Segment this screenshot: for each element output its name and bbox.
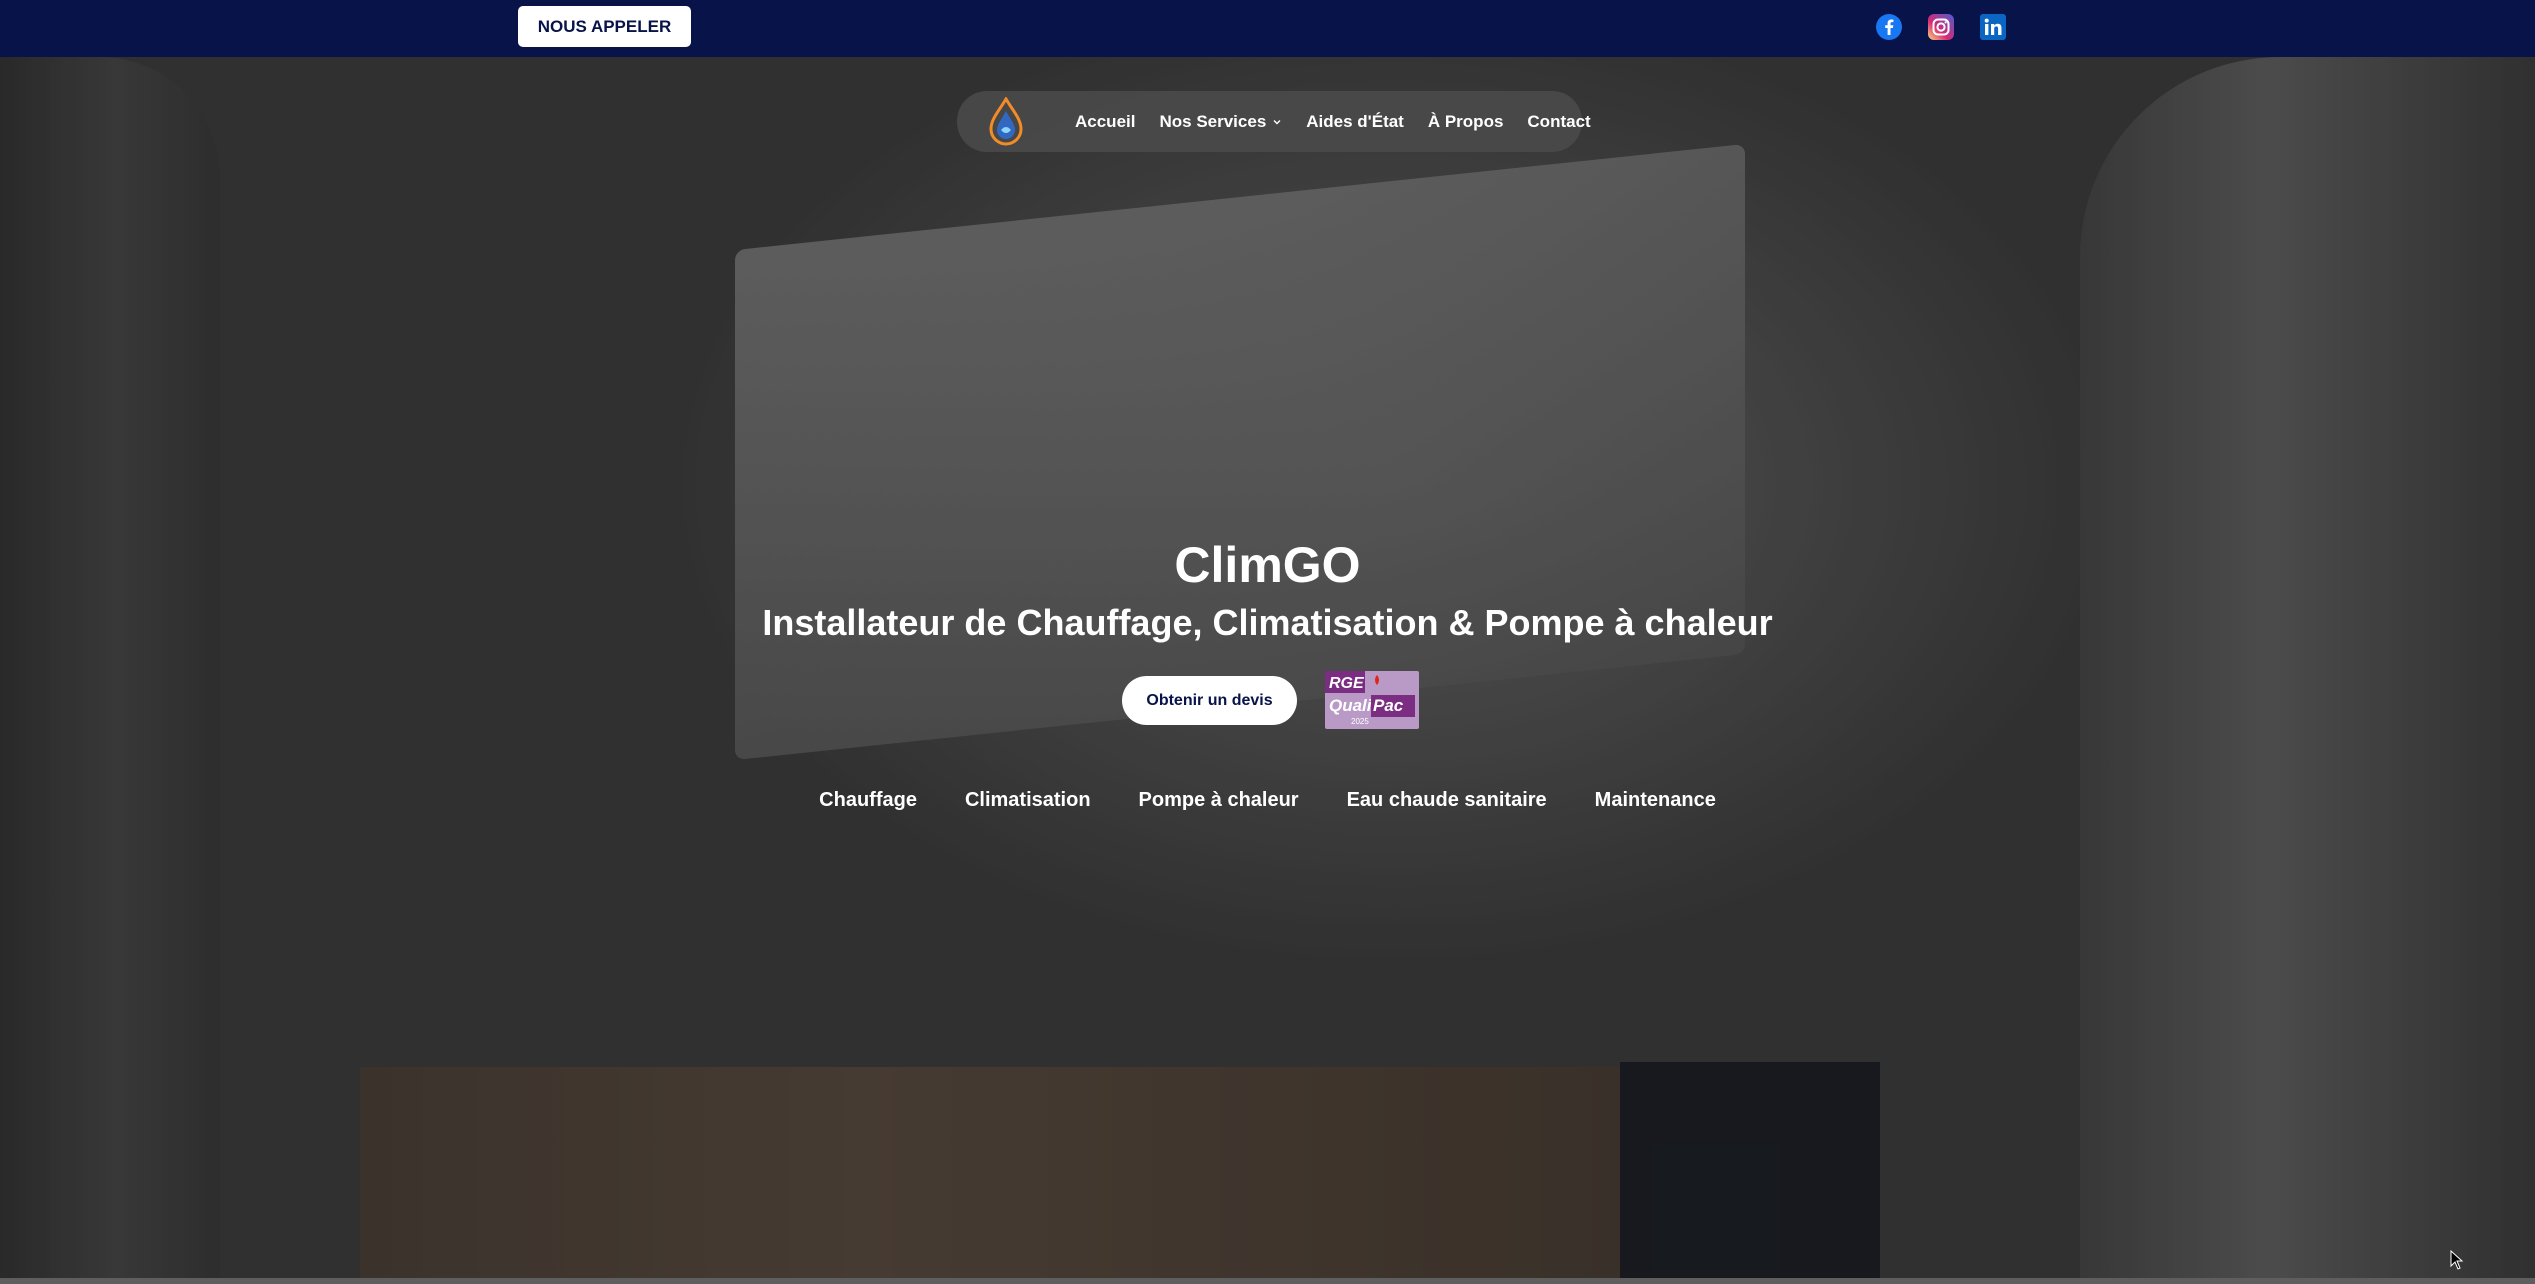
nav-item-label: Accueil [1075, 111, 1136, 131]
svg-text:Pac: Pac [1373, 696, 1404, 715]
instagram-icon[interactable] [1928, 14, 1954, 40]
svg-text:2025: 2025 [1351, 717, 1369, 726]
social-links [1876, 14, 2006, 40]
linkedin-icon[interactable] [1980, 14, 2006, 40]
droplet-flame-logo[interactable] [983, 97, 1029, 147]
rge-qualipac-badge: RGE Quali Pac 2025 [1325, 671, 1419, 729]
hero-title: ClimGO [1174, 537, 1361, 593]
hero-section: Accueil Nos Services Aides d'État À Prop… [0, 57, 2535, 1278]
nav-item-aides-etat[interactable]: Aides d'État [1306, 112, 1404, 132]
nav-item-accueil[interactable]: Accueil [1075, 112, 1135, 132]
call-us-button[interactable]: NOUS APPELER [518, 6, 691, 47]
get-quote-button[interactable]: Obtenir un devis [1122, 676, 1297, 725]
nav-item-label: Contact [1527, 111, 1591, 131]
service-link-climatisation[interactable]: Climatisation [965, 789, 1091, 812]
nav-item-label: À Propos [1427, 111, 1504, 131]
nav-item-label: Nos Services [1159, 111, 1267, 131]
svg-text:RGE: RGE [1329, 675, 1365, 692]
svg-text:Quali: Quali [1329, 696, 1373, 715]
hero-overlay [0, 57, 2535, 1278]
main-navigation: Accueil Nos Services Aides d'État À Prop… [957, 91, 1591, 152]
hero-subtitle: Installateur de Chauffage, Climatisation… [762, 602, 1773, 643]
service-link-eau-chaude-sanitaire[interactable]: Eau chaude sanitaire [1347, 789, 1547, 812]
services-links: Chauffage Climatisation Pompe à chaleur … [0, 789, 2535, 812]
service-link-maintenance[interactable]: Maintenance [1595, 789, 1716, 812]
facebook-icon[interactable] [1876, 14, 1902, 40]
nav-item-label: Aides d'État [1306, 111, 1404, 131]
service-link-chauffage[interactable]: Chauffage [819, 789, 917, 812]
chevron-down-icon [1273, 119, 1281, 124]
top-bar: NOUS APPELER [0, 0, 2535, 57]
nav-item-a-propos[interactable]: À Propos [1428, 112, 1504, 132]
page-bottom-edge [0, 1278, 2535, 1284]
nav-item-nos-services[interactable]: Nos Services [1159, 112, 1282, 132]
nav-item-contact[interactable]: Contact [1527, 112, 1590, 132]
mouse-cursor-icon [2450, 1250, 2464, 1270]
service-link-pompe-a-chaleur[interactable]: Pompe à chaleur [1139, 789, 1299, 812]
